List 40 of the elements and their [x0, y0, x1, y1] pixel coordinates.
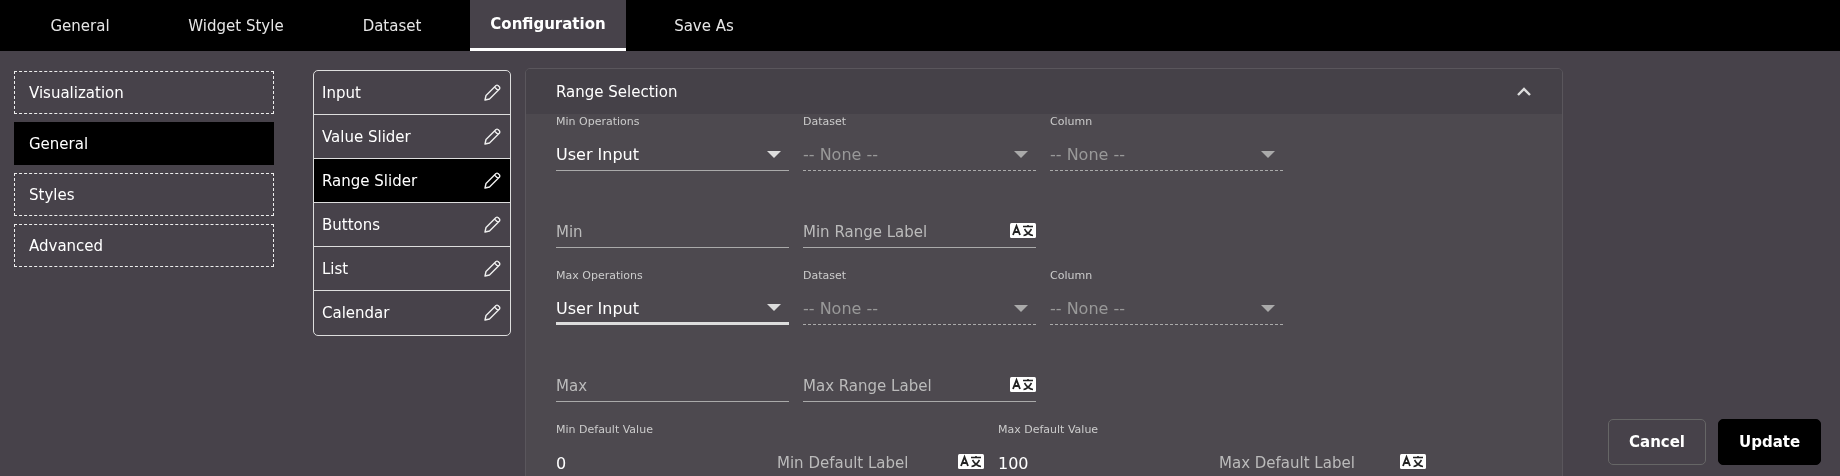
dropdown-caret-icon[interactable] [767, 150, 781, 159]
text-field[interactable]: Min Range Label [803, 192, 1036, 248]
widget-type-item[interactable]: Buttons [314, 203, 510, 247]
tab[interactable]: General [2, 0, 158, 51]
chevron-icon[interactable] [1516, 86, 1532, 97]
number-field[interactable]: Min Default Value 0 [556, 423, 763, 476]
text-field[interactable]: Max Default Label [1219, 423, 1426, 476]
tab[interactable]: Save As [626, 0, 782, 51]
pencil-icon[interactable] [482, 303, 502, 323]
pencil-icon[interactable] [482, 170, 502, 191]
text-field[interactable]: Max [556, 346, 789, 402]
dropdown-caret-icon[interactable] [767, 304, 781, 312]
translate-icon[interactable] [1010, 377, 1036, 392]
sidebar-item[interactable]: Visualization [14, 71, 274, 114]
text-field[interactable]: Max Range Label [803, 346, 1036, 402]
pencil-icon[interactable] [482, 214, 502, 235]
panel-title: Range Selection [556, 82, 678, 101]
translate-icon[interactable] [1400, 454, 1426, 469]
text-field[interactable]: Min Default Label [777, 423, 984, 476]
secondary-button[interactable]: Cancel [1608, 419, 1706, 465]
sidebar-item[interactable]: General [14, 122, 274, 165]
number-field[interactable]: Max Default Value 100 [998, 423, 1205, 476]
tab[interactable]: Widget Style [158, 0, 314, 51]
dropdown-field[interactable]: Max Operations User Input [556, 269, 789, 325]
widget-type-item[interactable]: Input [314, 71, 510, 115]
pencil-icon[interactable] [482, 126, 502, 147]
translate-icon[interactable] [958, 454, 984, 469]
sidebar-item[interactable]: Styles [14, 173, 274, 216]
tab[interactable]: Configuration [470, 0, 626, 51]
primary-button[interactable]: Update [1718, 419, 1822, 465]
dropdown-field[interactable]: Min Operations User Input [556, 115, 789, 171]
widget-type-item[interactable]: List [314, 247, 510, 291]
text-field[interactable]: Min [556, 192, 789, 248]
widget-type-item[interactable]: Range Slider [314, 159, 510, 203]
pencil-icon[interactable] [482, 258, 502, 279]
translate-icon[interactable] [1010, 223, 1036, 238]
pencil-icon[interactable] [482, 82, 502, 103]
tab[interactable]: Dataset [314, 0, 470, 51]
sidebar-item[interactable]: Advanced [14, 224, 274, 267]
widget-type-item[interactable]: Calendar [314, 291, 510, 335]
